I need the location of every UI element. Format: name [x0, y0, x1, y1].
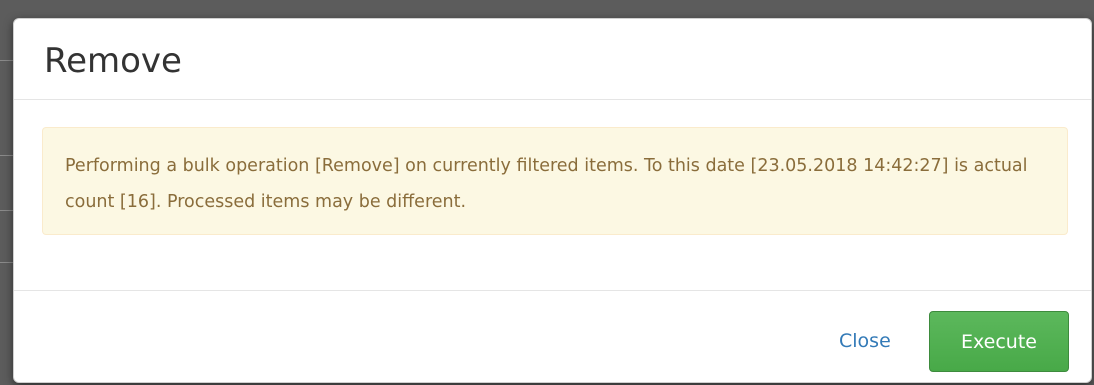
background-row-divider [0, 262, 14, 263]
execute-button[interactable]: Execute [929, 311, 1069, 372]
dialog-header: Remove [14, 19, 1091, 100]
remove-dialog: Remove Performing a bulk operation [Remo… [13, 18, 1092, 383]
dialog-footer: Close Execute [14, 290, 1091, 382]
background-row-divider [0, 60, 14, 61]
warning-alert: Performing a bulk operation [Remove] on … [42, 127, 1068, 235]
background-row-divider [0, 210, 14, 211]
dialog-title: Remove [44, 41, 182, 81]
background-row-divider [0, 155, 14, 156]
warning-message: Performing a bulk operation [Remove] on … [65, 156, 1028, 212]
close-button[interactable]: Close [829, 321, 901, 361]
